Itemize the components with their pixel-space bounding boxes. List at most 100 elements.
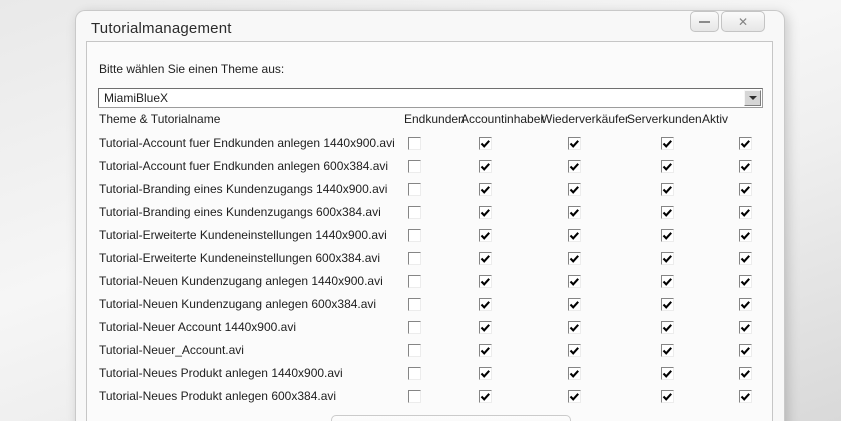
minimize-button[interactable]	[690, 11, 719, 32]
checkbox-endkunden[interactable]	[408, 183, 421, 196]
check-icon	[480, 323, 491, 334]
checkbox-serverkunden[interactable]	[661, 275, 674, 288]
checkbox-endkunden[interactable]	[408, 160, 421, 173]
checkbox-aktiv[interactable]	[739, 252, 752, 265]
check-icon	[662, 208, 673, 219]
tutorial-name: Tutorial-Branding eines Kundenzugangs 60…	[99, 205, 381, 219]
close-button[interactable]: ✕	[721, 11, 765, 32]
checkbox-wiederverkaeufer[interactable]	[568, 206, 581, 219]
checkbox-serverkunden[interactable]	[661, 252, 674, 265]
checkbox-accountinhaber[interactable]	[479, 229, 492, 242]
check-icon	[662, 139, 673, 150]
checkbox-endkunden[interactable]	[408, 298, 421, 311]
checkbox-aktiv[interactable]	[739, 275, 752, 288]
checkbox-serverkunden[interactable]	[661, 183, 674, 196]
check-icon	[740, 185, 751, 196]
checkbox-aktiv[interactable]	[739, 229, 752, 242]
check-icon	[480, 346, 491, 357]
checkbox-endkunden[interactable]	[408, 229, 421, 242]
checkbox-aktiv[interactable]	[739, 160, 752, 173]
check-icon	[662, 369, 673, 380]
checkbox-endkunden[interactable]	[408, 321, 421, 334]
theme-select[interactable]: MiamiBlueX	[98, 88, 763, 108]
checkbox-wiederverkaeufer[interactable]	[568, 137, 581, 150]
checkbox-accountinhaber[interactable]	[479, 183, 492, 196]
check-icon	[569, 231, 580, 242]
checkbox-accountinhaber[interactable]	[479, 344, 492, 357]
checkbox-wiederverkaeufer[interactable]	[568, 344, 581, 357]
check-icon	[662, 185, 673, 196]
checkbox-wiederverkaeufer[interactable]	[568, 183, 581, 196]
checkbox-accountinhaber[interactable]	[479, 160, 492, 173]
checkbox-serverkunden[interactable]	[661, 137, 674, 150]
checkbox-endkunden[interactable]	[408, 390, 421, 403]
checkbox-accountinhaber[interactable]	[479, 367, 492, 380]
checkbox-endkunden[interactable]	[408, 252, 421, 265]
bottom-action-button[interactable]	[331, 415, 571, 421]
tutorial-name: Tutorial-Neuer Account 1440x900.avi	[99, 320, 296, 334]
check-icon	[569, 369, 580, 380]
checkbox-aktiv[interactable]	[739, 321, 752, 334]
check-icon	[480, 300, 491, 311]
checkbox-endkunden[interactable]	[408, 344, 421, 357]
column-header-name: Theme & Tutorialname	[99, 112, 220, 126]
checkbox-serverkunden[interactable]	[661, 367, 674, 380]
checkbox-accountinhaber[interactable]	[479, 206, 492, 219]
check-icon	[480, 369, 491, 380]
checkbox-accountinhaber[interactable]	[479, 390, 492, 403]
checkbox-accountinhaber[interactable]	[479, 252, 492, 265]
theme-prompt-label: Bitte wählen Sie einen Theme aus:	[99, 62, 284, 76]
checkbox-aktiv[interactable]	[739, 137, 752, 150]
checkbox-serverkunden[interactable]	[661, 344, 674, 357]
checkbox-aktiv[interactable]	[739, 298, 752, 311]
check-icon	[569, 208, 580, 219]
checkbox-wiederverkaeufer[interactable]	[568, 321, 581, 334]
check-icon	[480, 185, 491, 196]
check-icon	[740, 323, 751, 334]
checkbox-serverkunden[interactable]	[661, 160, 674, 173]
content-panel: Bitte wählen Sie einen Theme aus: MiamiB…	[86, 41, 773, 421]
dialog-window: Tutorialmanagement ✕ Bitte wählen Sie ei…	[75, 10, 785, 421]
checkbox-aktiv[interactable]	[739, 367, 752, 380]
checkbox-serverkunden[interactable]	[661, 390, 674, 403]
checkbox-wiederverkaeufer[interactable]	[568, 367, 581, 380]
checkbox-accountinhaber[interactable]	[479, 275, 492, 288]
checkbox-serverkunden[interactable]	[661, 229, 674, 242]
check-icon	[569, 254, 580, 265]
checkbox-wiederverkaeufer[interactable]	[568, 275, 581, 288]
checkbox-endkunden[interactable]	[408, 275, 421, 288]
checkbox-wiederverkaeufer[interactable]	[568, 160, 581, 173]
checkbox-endkunden[interactable]	[408, 206, 421, 219]
check-icon	[569, 300, 580, 311]
check-icon	[740, 392, 751, 403]
check-icon	[569, 162, 580, 173]
checkbox-endkunden[interactable]	[408, 367, 421, 380]
table-row: Tutorial-Erweiterte Kundeneinstellungen …	[87, 224, 772, 247]
checkbox-aktiv[interactable]	[739, 206, 752, 219]
check-icon	[740, 300, 751, 311]
check-icon	[662, 162, 673, 173]
tutorial-name: Tutorial-Erweiterte Kundeneinstellungen …	[99, 251, 380, 265]
checkbox-serverkunden[interactable]	[661, 298, 674, 311]
check-icon	[740, 369, 751, 380]
check-icon	[480, 254, 491, 265]
checkbox-aktiv[interactable]	[739, 183, 752, 196]
checkbox-endkunden[interactable]	[408, 137, 421, 150]
table-row: Tutorial-Neues Produkt anlegen 600x384.a…	[87, 385, 772, 408]
check-icon	[569, 139, 580, 150]
check-icon	[569, 277, 580, 288]
checkbox-aktiv[interactable]	[739, 344, 752, 357]
checkbox-accountinhaber[interactable]	[479, 137, 492, 150]
checkbox-aktiv[interactable]	[739, 390, 752, 403]
checkbox-wiederverkaeufer[interactable]	[568, 298, 581, 311]
checkbox-wiederverkaeufer[interactable]	[568, 390, 581, 403]
checkbox-wiederverkaeufer[interactable]	[568, 229, 581, 242]
check-icon	[569, 323, 580, 334]
theme-select-value: MiamiBlueX	[104, 91, 168, 105]
dropdown-arrow-button[interactable]	[744, 90, 761, 106]
checkbox-serverkunden[interactable]	[661, 206, 674, 219]
checkbox-accountinhaber[interactable]	[479, 298, 492, 311]
checkbox-wiederverkaeufer[interactable]	[568, 252, 581, 265]
checkbox-accountinhaber[interactable]	[479, 321, 492, 334]
checkbox-serverkunden[interactable]	[661, 321, 674, 334]
